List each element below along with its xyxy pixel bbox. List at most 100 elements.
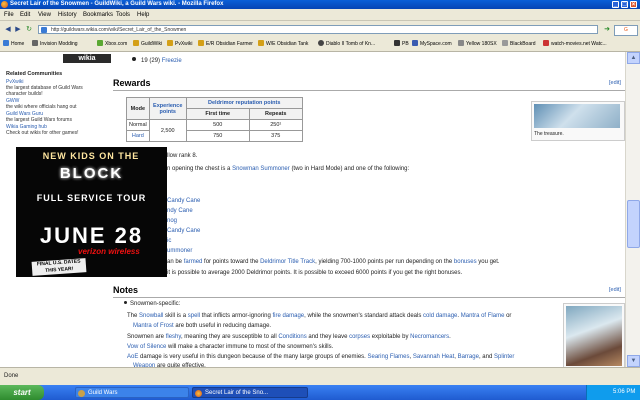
barrage-link[interactable]: Barrage — [458, 354, 479, 360]
average-text: it is possible to average 2000 Deldrimor… — [167, 270, 463, 276]
note-snowball: The Snowball skill is a spell that infli… — [127, 313, 512, 319]
bookmark-blackboard[interactable]: BlackBoard — [502, 40, 536, 49]
bookmark-favicon-icon — [543, 40, 549, 46]
forward-arrow-icon[interactable]: ▶ — [14, 24, 22, 35]
bookmark-pvxwiki[interactable]: PvXwiki — [167, 40, 193, 49]
menu-help[interactable]: Help — [137, 12, 149, 18]
snowman-thumbnail[interactable] — [563, 303, 625, 369]
bookmark-pb[interactable]: PB — [394, 40, 409, 49]
searing-flames-link[interactable]: Searing Flames — [368, 354, 410, 360]
related-communities-heading: Related Communities — [6, 71, 63, 77]
mantra-of-flame-link[interactable]: Mantra of Flame — [461, 313, 505, 319]
notes-edit-link[interactable]: [edit] — [609, 287, 621, 293]
aoe-link[interactable]: AoE — [127, 354, 138, 360]
menu-edit[interactable]: Edit — [20, 12, 30, 18]
list-item[interactable]: ndy Cane — [167, 208, 193, 214]
menu-history[interactable]: History — [58, 12, 77, 18]
menu-view[interactable]: View — [38, 12, 51, 18]
cell-exp: 2,500 — [148, 119, 187, 142]
scroll-up-arrow-icon[interactable]: ▲ — [627, 52, 640, 64]
vow-of-silence-link[interactable]: Vow of Silence — [127, 344, 166, 350]
back-arrow-icon[interactable]: ◀ — [3, 24, 13, 35]
bookmark-label: PvXwiki — [175, 41, 193, 47]
skull-icon — [318, 40, 324, 46]
bookmark-diablo-ii[interactable]: Diablo II Tomb of Kn... — [318, 40, 375, 49]
fleshy-link[interactable]: fleshy — [166, 334, 181, 340]
deldrimor-title-link[interactable]: Deldrimor Title Track — [260, 259, 315, 265]
go-arrow-icon[interactable]: ➜ — [602, 24, 612, 35]
list-item[interactable]: nog — [167, 218, 177, 224]
thumb-caption: The treasure. — [534, 131, 564, 137]
treasure-image[interactable] — [534, 104, 620, 128]
rewards-edit-link[interactable]: [edit] — [609, 80, 621, 86]
window-title: Secret Lair of the Snowmen - GuildWiki, … — [10, 1, 224, 7]
list-item[interactable]: Candy Cane — [167, 228, 200, 234]
maximize-button[interactable]: □ — [621, 1, 628, 8]
bookmark-xbox[interactable]: Xbox.com — [97, 40, 127, 49]
snowman-summoner-link[interactable]: Snowman Summoner — [232, 166, 290, 172]
mantra-of-frost-link[interactable]: Mantra of Frost — [133, 323, 174, 329]
ad-brand: verizon wireless — [78, 247, 140, 256]
minimize-button[interactable]: _ — [612, 1, 619, 8]
scroll-down-arrow-icon[interactable]: ▼ — [627, 355, 640, 367]
bookmark-label: Yellow 180SX — [466, 41, 497, 47]
corpses-link[interactable]: corpses — [349, 334, 370, 340]
list-item[interactable]: ummoner — [167, 248, 192, 254]
address-bar[interactable]: http://guildwars.wikia.com/wiki/Secret_L… — [38, 25, 598, 34]
bookmark-favicon-icon — [412, 40, 418, 46]
search-engine-icon[interactable]: G — [614, 25, 638, 36]
necromancers-link[interactable]: Necromancers — [410, 334, 449, 340]
bookmark-home[interactable]: Home — [3, 40, 24, 49]
rewards-heading: Rewards — [113, 78, 151, 88]
notes-heading: Notes — [113, 285, 139, 295]
ad-line-3: FULL SERVICE TOUR — [36, 193, 147, 203]
bookmark-favicon-icon — [502, 40, 508, 46]
bookmark-label: Home — [11, 41, 25, 47]
scrollbar-thumb[interactable] — [627, 200, 640, 248]
spell-link[interactable]: spell — [188, 313, 200, 319]
list-item[interactable]: Candy Cane — [167, 198, 200, 204]
col-experience[interactable]: Experience points — [148, 97, 187, 120]
start-button[interactable]: start — [0, 385, 44, 400]
bookmark-myspace[interactable]: MySpace.com — [412, 40, 452, 49]
farmed-link[interactable]: farmed — [184, 259, 203, 265]
snowball-link[interactable]: Snowball — [139, 313, 163, 319]
note-aoe: AoE damage is very useful in this dungeo… — [127, 354, 515, 360]
clock: 5:06 PM — [613, 389, 636, 395]
col-deldrimor[interactable]: Deldrimor reputation points — [185, 97, 303, 109]
bookmark-we-obsidian-tank[interactable]: W/E Obsidian Tank — [258, 40, 308, 49]
bonuses-link[interactable]: bonuses — [454, 259, 477, 265]
cold-damage-link[interactable]: cold damage — [423, 313, 457, 319]
list-item[interactable]: ic — [167, 238, 171, 244]
cell-repeats: 375 — [248, 130, 303, 142]
bookmark-watch-movies[interactable]: watch-movies.net Watc... — [543, 40, 607, 49]
menu-file[interactable]: File — [4, 12, 14, 18]
bookmark-label: watch-movies.net Watc... — [551, 41, 607, 47]
reload-icon[interactable]: ↻ — [24, 24, 34, 35]
fire-damage-link[interactable]: fire damage — [272, 313, 304, 319]
savannah-heat-link[interactable]: Savannah Heat — [413, 354, 454, 360]
splinter-weapon-link[interactable]: Splinter — [494, 354, 514, 360]
conditions-link[interactable]: Conditions — [278, 334, 306, 340]
bookmark-guildwiki[interactable]: GuildWiki — [133, 40, 162, 49]
bookmark-er-obsidian-farmer[interactable]: E/R Obsidian Farmer — [198, 40, 253, 49]
task-firefox[interactable]: Secret Lair of the Sno... — [192, 387, 308, 398]
window-title-bar[interactable]: Secret Lair of the Snowmen - GuildWiki, … — [0, 0, 640, 9]
close-button[interactable]: × — [630, 1, 637, 8]
status-bar: Done — [0, 367, 640, 386]
menu-tools[interactable]: Tools — [116, 12, 130, 18]
task-guild-wars[interactable]: Guild Wars — [75, 387, 189, 398]
menu-bookmarks[interactable]: Bookmarks — [83, 12, 113, 18]
col-repeats: Repeats — [248, 108, 303, 120]
sidebar: wikia spotlight Related Communities PvXw… — [3, 52, 111, 147]
snowman-image[interactable] — [566, 306, 622, 366]
freezie-link[interactable]: Freezie — [162, 58, 182, 64]
cell-mode-hard-link[interactable]: Hard — [126, 130, 150, 142]
bookmark-yellow-180sx[interactable]: Yellow 180SX — [458, 40, 497, 49]
navigation-toolbar: ◀ ▶ ↻ http://guildwars.wikia.com/wiki/Se… — [0, 21, 640, 39]
bookmark-invision-modding[interactable]: Invision Modding — [32, 40, 78, 49]
treasure-thumbnail[interactable]: The treasure. — [531, 101, 625, 141]
sidebar-desc: the largest Guild Wars forums — [6, 117, 72, 123]
advertisement-banner[interactable]: NEW KIDS ON THE BLOCK FULL SERVICE TOUR … — [16, 147, 167, 277]
vertical-scrollbar[interactable]: ▲ ▼ — [625, 52, 640, 367]
